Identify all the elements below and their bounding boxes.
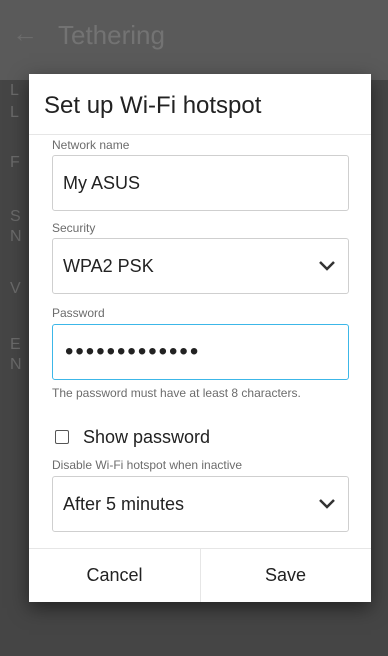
cancel-button[interactable]: Cancel [29,548,200,602]
network-name-label: Network name [52,138,130,152]
background-item-fragment: V [10,280,21,297]
show-password-checkbox[interactable] [55,430,69,444]
wifi-hotspot-dialog: Set up Wi-Fi hotspot Network name My ASU… [29,74,371,602]
password-hint: The password must have at least 8 charac… [52,386,301,400]
security-label: Security [52,221,96,235]
background-item-fragment: F [10,154,20,171]
show-password-label: Show password [83,427,211,447]
background-item-fragment: N [10,228,22,245]
password-label: Password [52,306,105,320]
password-input[interactable]: ••••••••••••• [52,324,349,380]
app-bar-title: Tethering [58,20,165,50]
chevron-down-icon [319,261,335,271]
security-value: WPA2 PSK [63,256,154,276]
disable-hotspot-dropdown[interactable]: After 5 minutes [52,476,349,532]
network-name-value: My ASUS [63,173,141,193]
background-item-fragment: N [10,356,22,373]
background-item-fragment: S [10,208,21,225]
app-bar: ← Tethering [0,0,388,80]
disable-hotspot-label: Disable Wi-Fi hotspot when inactive [52,458,243,472]
back-arrow-icon[interactable]: ← [12,18,42,48]
network-name-field[interactable]: My ASUS [52,155,349,211]
disable-hotspot-value: After 5 minutes [63,494,185,514]
password-masked-value: ••••••••••••• [65,338,201,365]
chevron-down-icon [319,499,335,509]
dialog-title-divider [29,134,371,135]
save-button[interactable]: Save [200,548,371,602]
security-dropdown[interactable]: WPA2 PSK [52,238,349,294]
background-item-fragment: L [10,82,19,99]
dialog-title: Set up Wi-Fi hotspot [44,92,262,119]
background-item-fragment: E [10,336,21,353]
background-item-fragment: L [10,104,19,121]
